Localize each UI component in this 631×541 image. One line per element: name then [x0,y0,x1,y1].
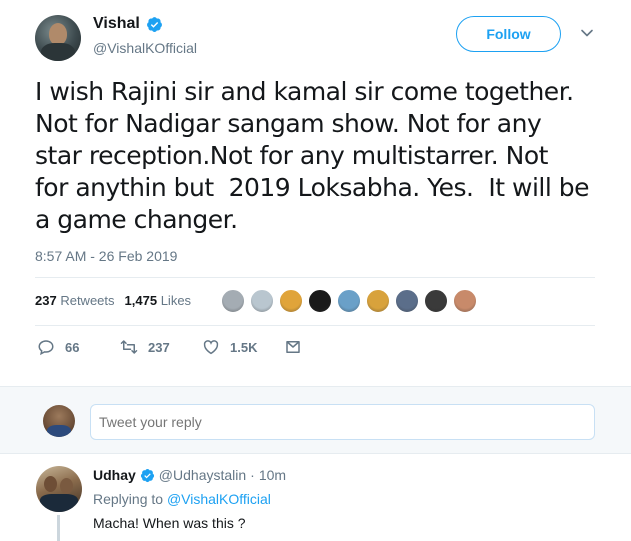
replying-to-link[interactable]: @VishalKOfficial [167,491,271,507]
likes-label: Likes [160,293,192,308]
reply-composer [0,386,631,454]
message-button[interactable] [284,338,302,356]
current-user-avatar[interactable] [43,405,75,437]
retweets-label: Retweets [60,293,115,308]
retweet-button[interactable]: 237 [120,338,202,356]
retweet-icon [120,340,138,354]
liker-avatar[interactable] [249,288,275,314]
liker-avatar[interactable] [394,288,420,314]
author-name-row[interactable]: Vishal [93,15,163,33]
reply-icon [38,340,54,356]
main-tweet: Vishal @VishalKOfficial Follow I wish Ra… [0,0,631,386]
reply-author-handle[interactable]: @Udhaystalin [159,467,246,483]
like-button[interactable]: 1.5K [202,338,284,356]
reply-button[interactable]: 66 [37,338,120,356]
reply-author-avatar[interactable] [36,466,82,512]
tweet-stats: 237 Retweets 1,475 Likes [35,293,191,308]
follow-button[interactable]: Follow [456,16,561,52]
liker-avatar[interactable] [220,288,246,314]
reply-text: Macha! When was this ? [93,515,246,531]
retweets-stat[interactable]: 237 Retweets [35,293,115,308]
avatar-person [60,478,73,494]
thread-line [57,515,60,541]
likes-stat[interactable]: 1,475 Likes [125,293,192,308]
liker-avatar[interactable] [278,288,304,314]
tweet-actions: 66 237 1.5K [37,338,302,356]
verified-badge-icon [146,16,162,32]
reply-input[interactable] [90,404,595,440]
like-count: 1.5K [230,339,258,355]
tweet-timestamp[interactable]: 8:57 AM - 26 Feb 2019 [35,248,177,264]
liker-avatar[interactable] [365,288,391,314]
reply-author-name[interactable]: Udhay [93,467,136,483]
chevron-down-icon[interactable] [580,26,594,40]
author-handle[interactable]: @VishalKOfficial [93,40,197,56]
avatar-body [41,43,75,61]
liker-avatar[interactable] [423,288,449,314]
retweets-count: 237 [35,293,57,308]
avatar-shirts [40,494,78,512]
verified-badge-icon [140,468,154,482]
heart-icon [203,340,219,355]
liker-avatar[interactable] [307,288,333,314]
replying-to: Replying to @VishalKOfficial [93,491,271,507]
reply-count: 66 [65,339,80,355]
avatar-face [49,23,67,45]
reply-time[interactable]: 10m [259,467,286,483]
reply-header: Udhay @Udhaystalin · 10m [93,467,286,483]
envelope-icon [286,341,300,353]
liker-avatar[interactable] [336,288,362,314]
separator-dot: · [250,467,255,483]
tweet-text: I wish Rajini sir and kamal sir come tog… [35,77,589,234]
liker-avatar[interactable] [452,288,478,314]
avatar-shirt [47,425,71,437]
author-name[interactable]: Vishal [93,15,140,33]
replying-prefix: Replying to [93,491,167,507]
likes-count: 1,475 [124,293,158,308]
reply-tweet[interactable]: Udhay @Udhaystalin · 10m Replying to @Vi… [0,455,631,541]
avatar-person [44,476,57,492]
divider [35,277,595,278]
liker-avatars [220,288,481,314]
author-avatar[interactable] [35,15,81,61]
divider [35,325,595,326]
retweet-count: 237 [148,339,170,355]
